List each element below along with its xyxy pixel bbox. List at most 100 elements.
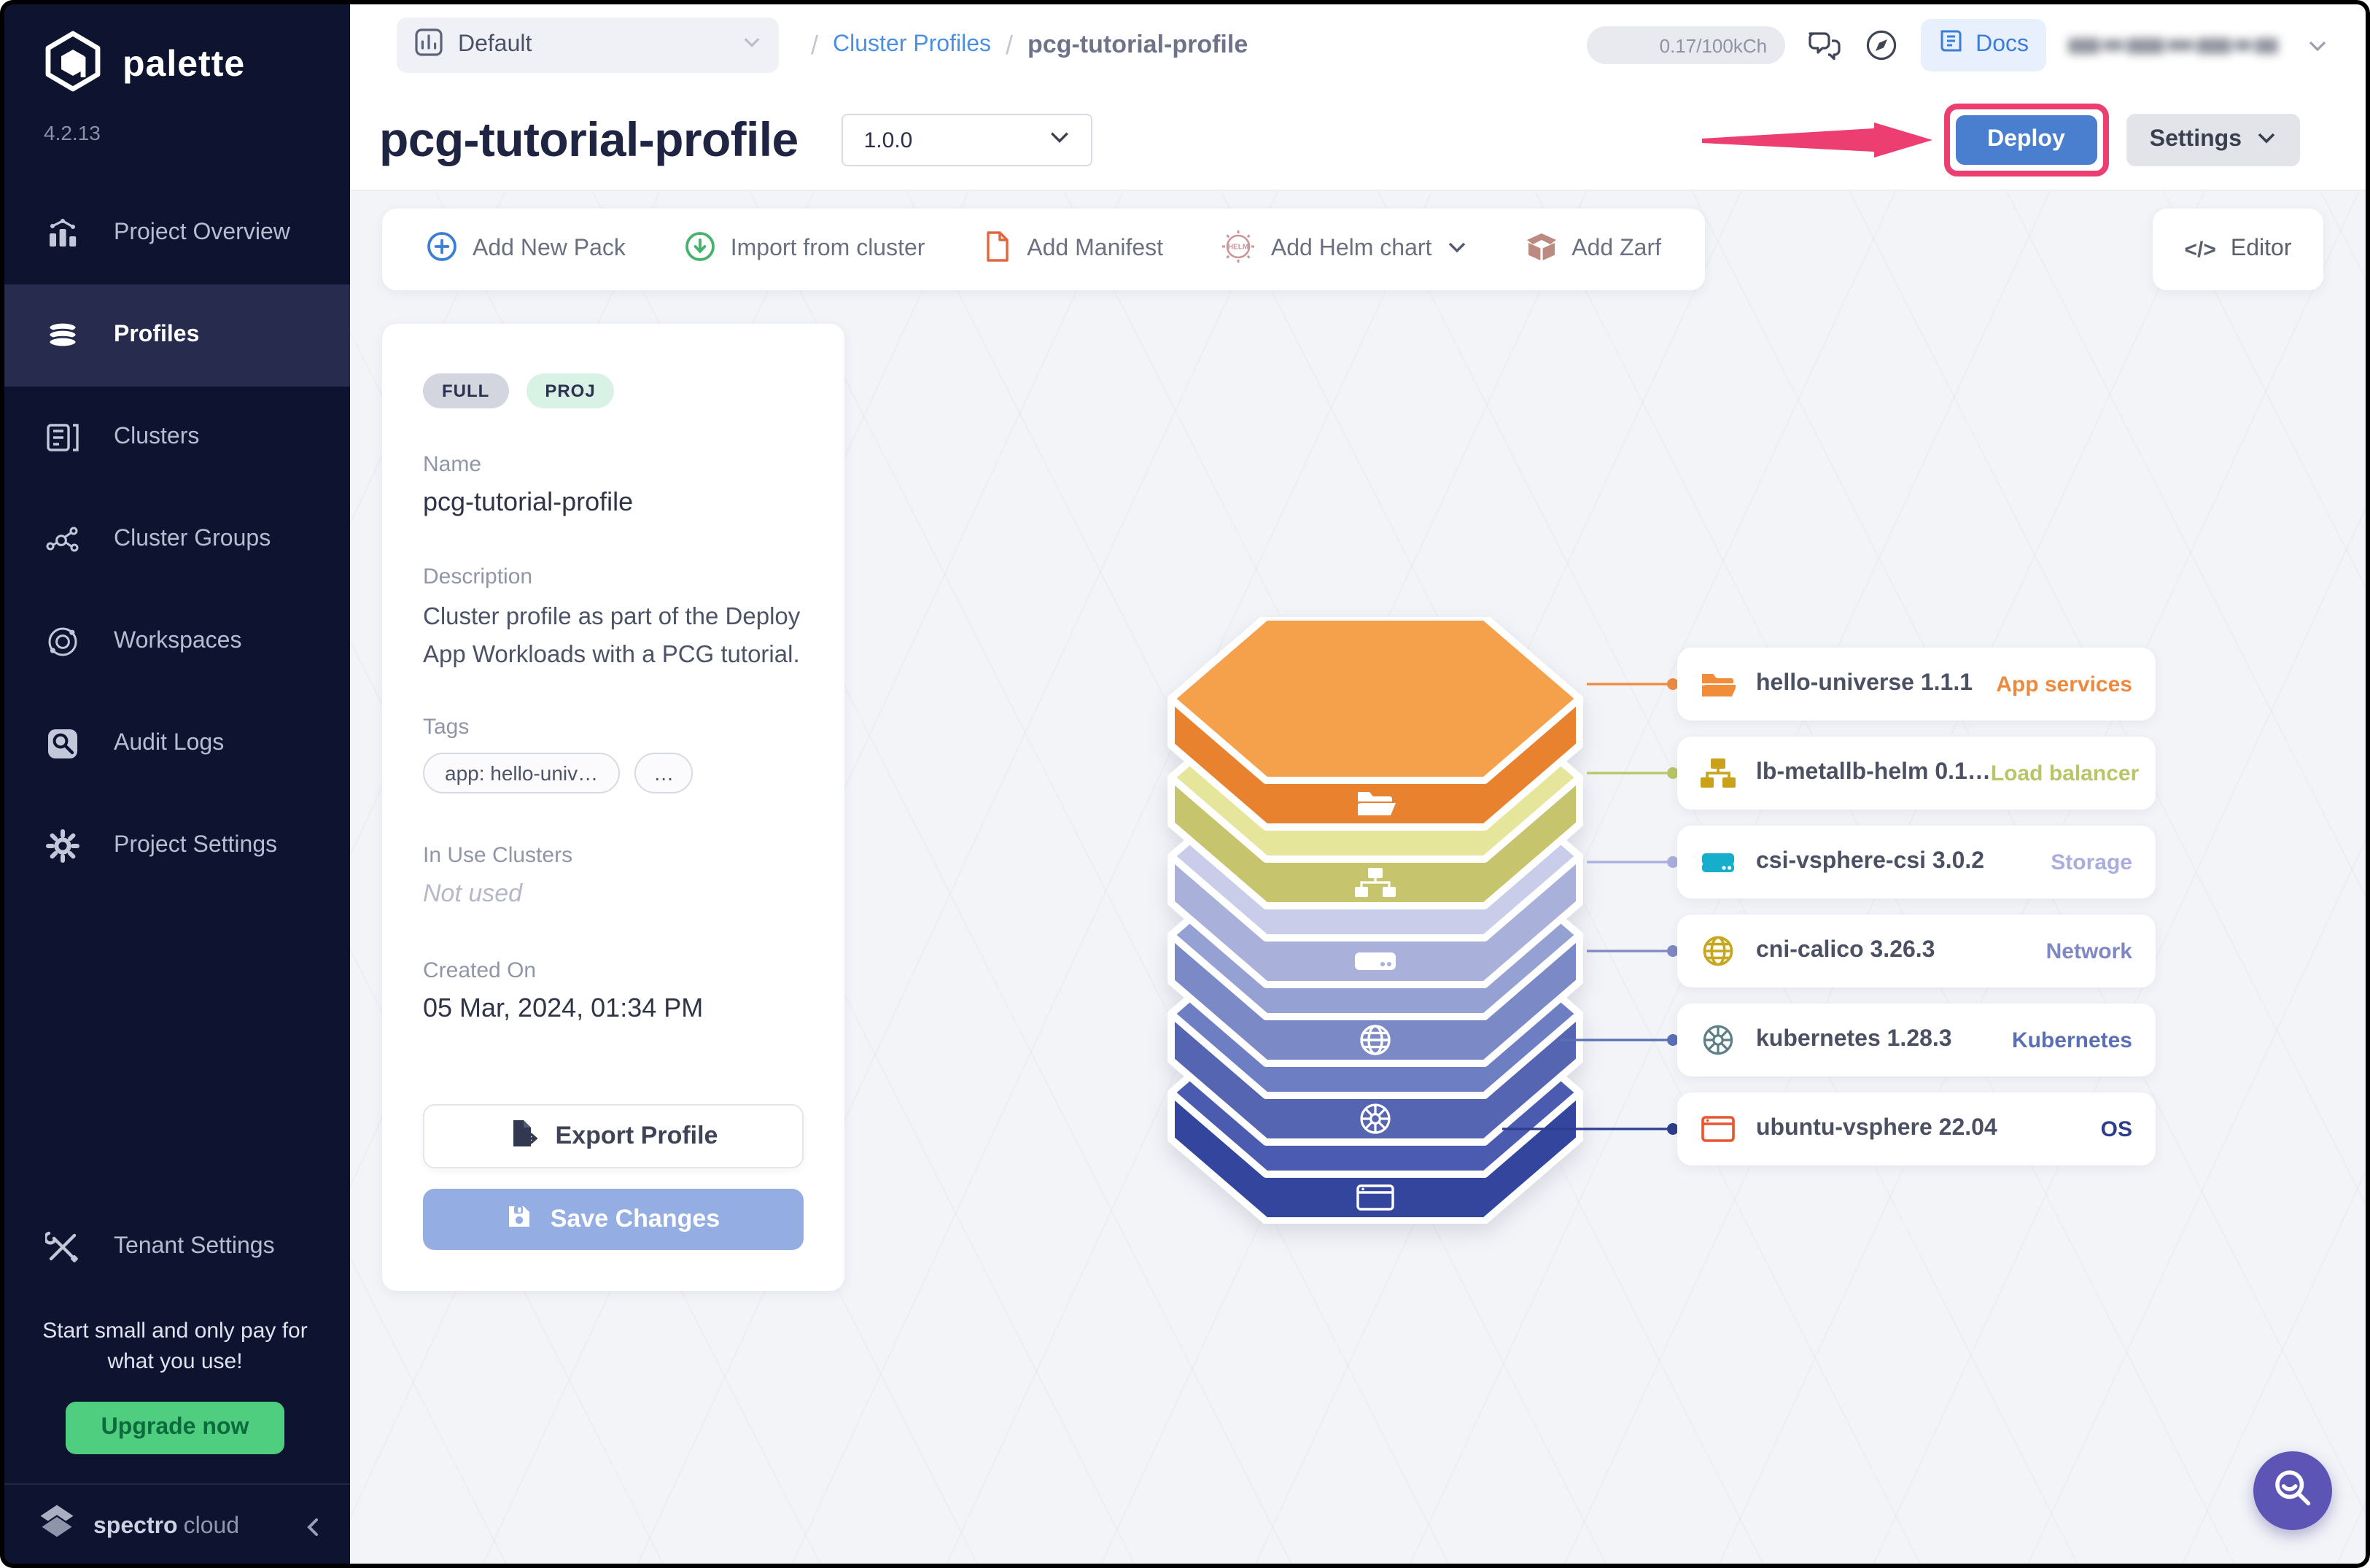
profile-detail-card: FULL PROJ Name pcg-tutorial-profile Desc… <box>382 324 844 1291</box>
sidebar-item-cluster-groups[interactable]: Cluster Groups <box>0 489 350 591</box>
project-selector-value: Default <box>458 32 532 58</box>
tags-label: Tags <box>423 715 804 740</box>
annotation-arrow <box>1701 121 1935 159</box>
in-use-value: Not used <box>423 880 804 909</box>
tools-icon <box>44 1227 82 1265</box>
pack-row-cni-calico[interactable]: cni-calico 3.26.3 Network <box>1677 915 2156 987</box>
helm-wheel-icon: HELM <box>1221 228 1256 271</box>
tag-more-pill[interactable]: … <box>634 753 693 793</box>
add-zarf-label: Add Zarf <box>1571 236 1661 263</box>
sidebar-item-label: Clusters <box>114 424 199 451</box>
pack-list: hello-universe 1.1.1 App services lb-met… <box>1677 648 2156 1165</box>
created-on-value: 05 Mar, 2024, 01:34 PM <box>423 993 804 1024</box>
badge-full: FULL <box>423 373 508 408</box>
badge-proj: PROJ <box>526 373 614 408</box>
profile-version-select[interactable]: 1.0.0 <box>842 114 1093 166</box>
pack-row-lb-metallb[interactable]: lb-metallb-helm 0.1… Load balancer <box>1677 737 2156 810</box>
book-icon <box>1938 28 1964 62</box>
description-field: Description Cluster profile as part of t… <box>423 564 804 674</box>
chevron-down-icon <box>742 32 761 58</box>
add-helm-chart-button[interactable]: HELM Add Helm chart <box>1221 228 1467 271</box>
deploy-button[interactable]: Deploy <box>1955 115 2097 165</box>
svg-text:HELM: HELM <box>1229 243 1249 251</box>
search-fab-button[interactable] <box>2253 1451 2332 1530</box>
sidebar-item-label: Audit Logs <box>114 731 224 757</box>
sidebar: palette 4.2.13 Project Overview Profiles… <box>0 0 350 1568</box>
plus-circle-icon <box>426 230 458 269</box>
os-window-icon <box>1701 1111 1736 1146</box>
annotation-highlight-box: Deploy <box>1943 104 2109 176</box>
project-scope-selector[interactable]: Default <box>397 18 779 73</box>
created-on-field: Created On 05 Mar, 2024, 01:34 PM <box>423 958 804 1024</box>
in-use-clusters-field: In Use Clusters Not used <box>423 843 804 909</box>
settings-button[interactable]: Settings <box>2126 114 2300 166</box>
brand-name: palette <box>123 44 245 86</box>
import-from-cluster-button[interactable]: Import from cluster <box>684 230 925 269</box>
upgrade-now-button[interactable]: Upgrade now <box>66 1402 284 1454</box>
sidebar-item-project-settings[interactable]: Project Settings <box>0 795 350 897</box>
chevron-down-icon <box>1446 236 1466 263</box>
page-header: pcg-tutorial-profile 1.0.0 Deploy Settin… <box>350 90 2370 190</box>
sidebar-item-tenant-settings[interactable]: Tenant Settings <box>0 1204 350 1289</box>
user-menu-blurred[interactable] <box>2068 37 2278 53</box>
pack-row-kubernetes[interactable]: kubernetes 1.28.3 Kubernetes <box>1677 1004 2156 1076</box>
sidebar-item-label: Profiles <box>114 322 199 349</box>
spectro-cloud-logo <box>35 1501 79 1552</box>
code-icon: </> <box>2185 237 2216 262</box>
orbit-icon <box>44 623 82 661</box>
save-changes-button[interactable]: Save Changes <box>423 1189 804 1250</box>
compass-icon[interactable] <box>1863 28 1898 63</box>
bar-chart-icon <box>44 214 82 252</box>
sidebar-nav: Project Overview Profiles Clusters Clust… <box>0 182 350 897</box>
add-zarf-button[interactable]: Add Zarf <box>1525 230 1661 269</box>
sidebar-item-project-overview[interactable]: Project Overview <box>0 182 350 284</box>
breadcrumb-cluster-profiles[interactable]: Cluster Profiles <box>833 32 991 58</box>
layers-stack-icon <box>44 317 82 354</box>
topbar: Default / Cluster Profiles / pcg-tutoria… <box>350 0 2370 90</box>
name-field: Name pcg-tutorial-profile <box>423 452 804 518</box>
description-label: Description <box>423 564 804 589</box>
pack-row-csi-vsphere[interactable]: csi-vsphere-csi 3.0.2 Storage <box>1677 826 2156 899</box>
sidebar-item-audit-logs[interactable]: Audit Logs <box>0 693 350 795</box>
gear-icon <box>44 827 82 865</box>
add-new-pack-button[interactable]: Add New Pack <box>426 230 626 269</box>
layer-storage-drive-icon <box>1355 952 1396 970</box>
pack-name: hello-universe 1.1.1 <box>1756 671 1973 697</box>
footer-brand-secondary: cloud <box>184 1513 240 1540</box>
profile-badges: FULL PROJ <box>423 373 804 408</box>
save-changes-label: Save Changes <box>551 1205 720 1234</box>
sidebar-item-clusters[interactable]: Clusters <box>0 387 350 489</box>
pack-row-ubuntu-vsphere[interactable]: ubuntu-vsphere 22.04 OS <box>1677 1092 2156 1165</box>
editor-button[interactable]: </> Editor <box>2153 209 2323 290</box>
settings-label: Settings <box>2150 127 2242 153</box>
sidebar-item-label: Tenant Settings <box>114 1233 275 1260</box>
version-value: 1.0.0 <box>864 128 913 152</box>
sitemap-icon <box>1701 756 1736 791</box>
import-from-cluster-label: Import from cluster <box>731 236 925 263</box>
user-chevron-down-icon[interactable] <box>2300 28 2335 63</box>
chat-icon[interactable] <box>1806 28 1841 63</box>
pack-toolbar: Add New Pack Import from cluster Add Man… <box>382 209 1705 290</box>
sidebar-item-label: Workspaces <box>114 629 241 655</box>
pack-category: Kubernetes <box>2012 1028 2132 1052</box>
collapse-sidebar-icon[interactable] <box>303 1516 324 1537</box>
add-manifest-button[interactable]: Add Manifest <box>983 230 1163 269</box>
file-export-icon <box>509 1118 538 1154</box>
usage-quota-pill: 0.17/100kCh <box>1586 26 1784 64</box>
pack-name: kubernetes 1.28.3 <box>1756 1027 1952 1053</box>
main-area: Default / Cluster Profiles / pcg-tutoria… <box>350 0 2370 1568</box>
docs-label: Docs <box>1975 32 2029 58</box>
pack-row-hello-universe[interactable]: hello-universe 1.1.1 App services <box>1677 648 2156 721</box>
name-value: pcg-tutorial-profile <box>423 487 804 518</box>
export-profile-button[interactable]: Export Profile <box>423 1104 804 1168</box>
sidebar-item-profiles[interactable]: Profiles <box>0 284 350 387</box>
kubernetes-wheel-icon <box>1701 1022 1736 1057</box>
project-chart-icon <box>414 27 443 63</box>
storage-drive-icon <box>1701 845 1736 880</box>
manifest-file-icon <box>983 230 1012 269</box>
docs-button[interactable]: Docs <box>1920 19 2046 71</box>
tag-pill[interactable]: app: hello-univ… <box>423 753 620 793</box>
sidebar-item-workspaces[interactable]: Workspaces <box>0 591 350 693</box>
sidebar-item-label: Project Settings <box>114 833 277 859</box>
add-new-pack-label: Add New Pack <box>473 236 626 263</box>
